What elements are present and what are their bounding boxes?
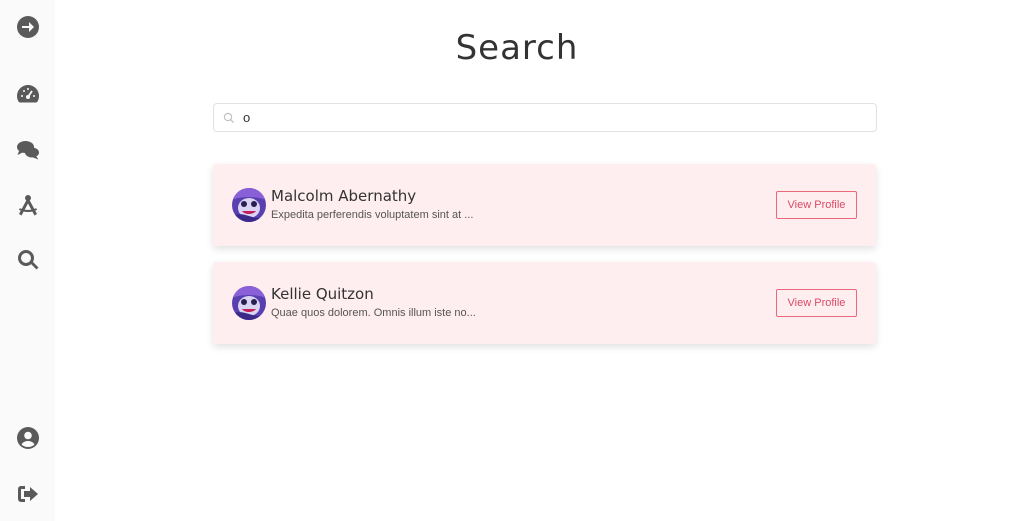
search-icon — [223, 112, 235, 124]
result-card: Kellie Quitzon Quae quos dolorem. Omnis … — [213, 262, 876, 344]
comments-icon[interactable] — [15, 137, 41, 163]
result-name: Malcolm Abernathy — [271, 187, 417, 205]
result-card: Malcolm Abernathy Expedita perferendis v… — [213, 164, 876, 246]
avatar[interactable] — [232, 286, 266, 320]
view-profile-button[interactable]: View Profile — [776, 191, 857, 219]
result-description: Expedita perferendis voluptatem sint at … — [271, 209, 474, 221]
page-title: Search — [455, 28, 579, 68]
view-profile-button[interactable]: View Profile — [776, 289, 857, 317]
sign-out-icon[interactable] — [15, 481, 41, 507]
result-name: Kellie Quitzon — [271, 285, 374, 303]
search-input[interactable] — [243, 110, 843, 125]
search-bar[interactable] — [213, 103, 877, 132]
search-icon[interactable] — [15, 247, 41, 273]
result-description: Quae quos dolorem. Omnis illum iste no..… — [271, 307, 476, 319]
user-circle-icon[interactable] — [15, 425, 41, 451]
sidebar — [0, 0, 55, 521]
avatar[interactable] — [232, 188, 266, 222]
dashboard-gauge-icon[interactable] — [15, 81, 41, 107]
drafting-compass-icon[interactable] — [15, 192, 41, 218]
